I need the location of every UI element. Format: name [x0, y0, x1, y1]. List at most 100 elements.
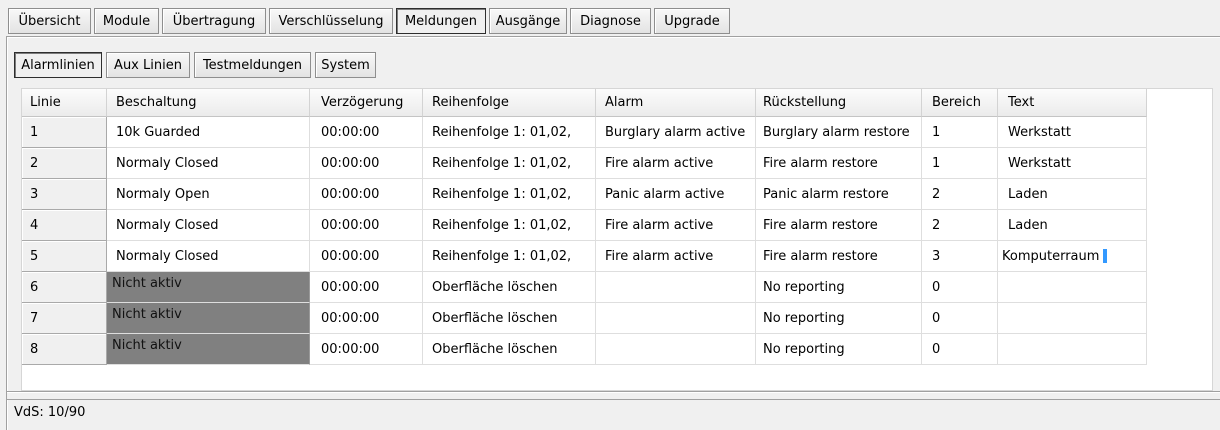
table-row: 6 Nicht aktiv 00:00:00 Oberfläche lösche…: [22, 272, 1147, 303]
cell-beschaltung[interactable]: Normaly Open: [107, 179, 310, 210]
table-row: 8 Nicht aktiv 00:00:00 Oberfläche lösche…: [22, 334, 1147, 365]
row-header-linie[interactable]: 2: [22, 148, 107, 179]
row-header-linie[interactable]: 6: [22, 272, 107, 303]
cell-bereich[interactable]: 1: [922, 117, 998, 148]
table-row: 2 Normaly Closed 00:00:00 Reihenfolge 1:…: [22, 148, 1147, 179]
cell-reihenfolge[interactable]: Reihenfolge 1: 01,02,: [423, 148, 596, 179]
row-header-linie[interactable]: 8: [22, 334, 107, 365]
cell-text[interactable]: [998, 303, 1147, 334]
cell-text[interactable]: Werkstatt: [998, 148, 1147, 179]
cell-verzoegerung[interactable]: 00:00:00: [310, 241, 423, 272]
cell-verzoegerung[interactable]: 00:00:00: [310, 117, 423, 148]
cell-reihenfolge[interactable]: Reihenfolge 1: 01,02,: [423, 179, 596, 210]
table-row: 5 Normaly Closed 00:00:00 Reihenfolge 1:…: [22, 241, 1147, 272]
cell-reihenfolge[interactable]: Reihenfolge 1: 01,02,: [423, 117, 596, 148]
cell-beschaltung[interactable]: Normaly Closed: [107, 210, 310, 241]
table-row: 3 Normaly Open 00:00:00 Reihenfolge 1: 0…: [22, 179, 1147, 210]
text-cursor: [1103, 249, 1108, 263]
cell-reihenfolge[interactable]: Oberfläche löschen: [423, 272, 596, 303]
main-tab-bar: Übersicht Module Übertragung Verschlüsse…: [8, 8, 730, 34]
table-row: 7 Nicht aktiv 00:00:00 Oberfläche lösche…: [22, 303, 1147, 334]
cell-alarm[interactable]: [596, 303, 756, 334]
cell-rueckstellung[interactable]: No reporting: [756, 334, 922, 365]
subtab-system[interactable]: System: [315, 52, 376, 78]
cell-verzoegerung[interactable]: 00:00:00: [310, 303, 423, 334]
cell-bereich[interactable]: 3: [922, 241, 998, 272]
cell-reihenfolge[interactable]: Oberfläche löschen: [423, 303, 596, 334]
cell-beschaltung[interactable]: Nicht aktiv: [107, 272, 310, 303]
row-header-linie[interactable]: 5: [22, 241, 107, 272]
subtab-alarmlinien[interactable]: Alarmlinien: [14, 52, 102, 78]
cell-alarm[interactable]: [596, 272, 756, 303]
tab-meldungen[interactable]: Meldungen: [396, 8, 486, 34]
cell-alarm[interactable]: Burglary alarm active: [596, 117, 756, 148]
cell-beschaltung[interactable]: Nicht aktiv: [107, 303, 310, 334]
column-header-alarm: Alarm: [596, 89, 756, 117]
table-row: 4 Normaly Closed 00:00:00 Reihenfolge 1:…: [22, 210, 1147, 241]
cell-alarm[interactable]: [596, 334, 756, 365]
tab-module[interactable]: Module: [94, 8, 159, 34]
cell-text-value[interactable]: Werkstatt: [1008, 156, 1071, 171]
row-header-linie[interactable]: 3: [22, 179, 107, 210]
cell-bereich[interactable]: 2: [922, 179, 998, 210]
cell-rueckstellung[interactable]: Fire alarm restore: [756, 241, 922, 272]
cell-text[interactable]: [998, 334, 1147, 365]
cell-alarm[interactable]: Panic alarm active: [596, 179, 756, 210]
cell-reihenfolge[interactable]: Reihenfolge 1: 01,02,: [423, 241, 596, 272]
cell-verzoegerung[interactable]: 00:00:00: [310, 334, 423, 365]
cell-text[interactable]: Komputerraum: [998, 241, 1147, 272]
table-row: 1 10k Guarded 00:00:00 Reihenfolge 1: 01…: [22, 117, 1147, 148]
cell-alarm[interactable]: Fire alarm active: [596, 210, 756, 241]
tab-verschluesselung[interactable]: Verschlüsselung: [269, 8, 393, 34]
cell-bereich[interactable]: 0: [922, 334, 998, 365]
tab-uebertragung[interactable]: Übertragung: [162, 8, 266, 34]
column-header-linie: Linie: [22, 89, 107, 117]
cell-text-value[interactable]: Laden: [1008, 218, 1048, 233]
cell-rueckstellung[interactable]: Fire alarm restore: [756, 148, 922, 179]
cell-beschaltung[interactable]: Nicht aktiv: [107, 334, 310, 365]
cell-rueckstellung[interactable]: Panic alarm restore: [756, 179, 922, 210]
splitter[interactable]: [7, 391, 1220, 400]
cell-rueckstellung[interactable]: No reporting: [756, 303, 922, 334]
cell-rueckstellung[interactable]: Burglary alarm restore: [756, 117, 922, 148]
cell-bereich[interactable]: 2: [922, 210, 998, 241]
row-header-linie[interactable]: 7: [22, 303, 107, 334]
table-header-row: Linie Beschaltung Verzögerung Reihenfolg…: [22, 89, 1147, 117]
cell-bereich[interactable]: 0: [922, 272, 998, 303]
tab-diagnose[interactable]: Diagnose: [570, 8, 651, 34]
column-header-text: Text: [998, 89, 1147, 117]
cell-reihenfolge[interactable]: Reihenfolge 1: 01,02,: [423, 210, 596, 241]
row-header-linie[interactable]: 4: [22, 210, 107, 241]
cell-text[interactable]: Werkstatt: [998, 117, 1147, 148]
cell-verzoegerung[interactable]: 00:00:00: [310, 148, 423, 179]
cell-beschaltung[interactable]: 10k Guarded: [107, 117, 310, 148]
subtab-aux-linien[interactable]: Aux Linien: [106, 52, 190, 78]
cell-text-value[interactable]: Werkstatt: [1008, 125, 1071, 140]
cell-text[interactable]: Laden: [998, 210, 1147, 241]
column-header-verzoegerung: Verzögerung: [310, 89, 423, 117]
cell-alarm[interactable]: Fire alarm active: [596, 241, 756, 272]
cell-reihenfolge[interactable]: Oberfläche löschen: [423, 334, 596, 365]
cell-rueckstellung[interactable]: No reporting: [756, 272, 922, 303]
cell-verzoegerung[interactable]: 00:00:00: [310, 179, 423, 210]
subtab-testmeldungen[interactable]: Testmeldungen: [194, 52, 311, 78]
cell-text[interactable]: [998, 272, 1147, 303]
alarm-lines-grid: Linie Beschaltung Verzögerung Reihenfolg…: [21, 88, 1213, 391]
cell-verzoegerung[interactable]: 00:00:00: [310, 210, 423, 241]
tab-uebersicht[interactable]: Übersicht: [8, 8, 91, 34]
tab-upgrade[interactable]: Upgrade: [654, 8, 730, 34]
cell-beschaltung[interactable]: Normaly Closed: [107, 148, 310, 179]
row-header-linie[interactable]: 1: [22, 117, 107, 148]
cell-bereich[interactable]: 1: [922, 148, 998, 179]
cell-rueckstellung[interactable]: Fire alarm restore: [756, 210, 922, 241]
cell-text[interactable]: Laden: [998, 179, 1147, 210]
sub-tab-bar: Alarmlinien Aux Linien Testmeldungen Sys…: [14, 52, 376, 78]
cell-bereich[interactable]: 0: [922, 303, 998, 334]
cell-verzoegerung[interactable]: 00:00:00: [310, 272, 423, 303]
cell-text-value[interactable]: Laden: [1008, 187, 1048, 202]
tab-ausgaenge[interactable]: Ausgänge: [489, 8, 567, 34]
cell-alarm[interactable]: Fire alarm active: [596, 148, 756, 179]
column-header-rueckstellung: Rückstellung: [756, 89, 922, 117]
cell-text-value[interactable]: Komputerraum: [1002, 249, 1099, 264]
cell-beschaltung[interactable]: Normaly Closed: [107, 241, 310, 272]
